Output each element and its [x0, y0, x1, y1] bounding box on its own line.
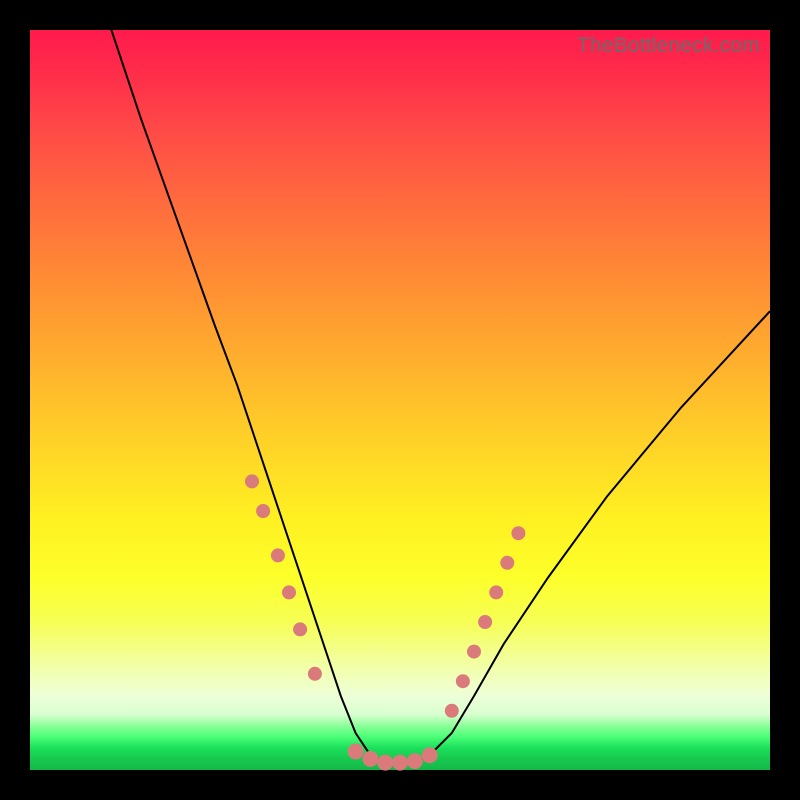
data-marker: [377, 755, 393, 771]
data-marker: [392, 755, 408, 771]
data-marker: [282, 585, 296, 599]
chart-svg: [30, 30, 770, 770]
data-marker: [271, 548, 285, 562]
data-marker: [362, 751, 378, 767]
data-marker: [456, 674, 470, 688]
data-marker: [308, 667, 322, 681]
data-marker: [467, 645, 481, 659]
data-marker: [500, 556, 514, 570]
data-marker: [489, 585, 503, 599]
data-marker: [445, 704, 459, 718]
bottleneck-curve: [111, 30, 770, 763]
data-marker: [478, 615, 492, 629]
data-marker: [256, 504, 270, 518]
data-marker: [293, 622, 307, 636]
data-marker: [245, 474, 259, 488]
data-marker: [407, 753, 423, 769]
data-marker: [348, 744, 364, 760]
data-marker: [511, 526, 525, 540]
chart-stage: TheBottleneck.com: [0, 0, 800, 800]
plot-area: TheBottleneck.com: [30, 30, 770, 770]
marker-layer: [245, 474, 525, 770]
data-marker: [422, 747, 438, 763]
